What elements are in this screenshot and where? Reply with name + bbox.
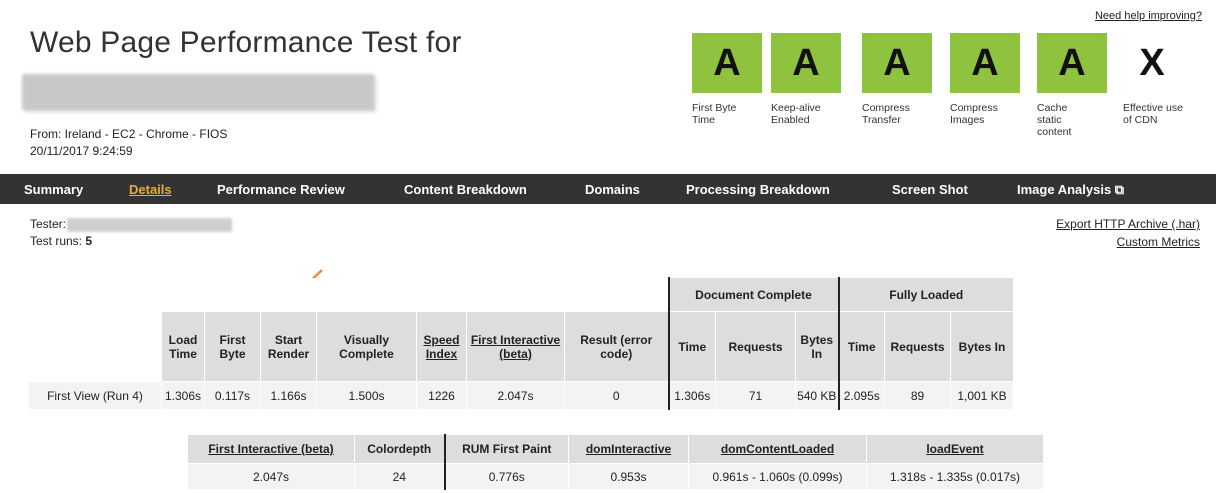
grade-compress-images[interactable]: A Compress Images — [950, 33, 1020, 126]
runs-value: 5 — [85, 234, 93, 248]
cell-visually-complete: 1.500s — [316, 381, 417, 410]
tester-label: Tester: — [30, 217, 67, 231]
grade-value: A — [950, 33, 1020, 93]
test-runs: Test runs: 5 — [30, 234, 92, 248]
blank-cell — [28, 277, 669, 312]
custom-metrics-link[interactable]: Custom Metrics — [1117, 235, 1200, 249]
blank-cell — [28, 311, 162, 382]
grade-label: Compress Images — [950, 102, 998, 126]
group-document-complete: Document Complete — [667, 277, 839, 312]
metrics-table: First Interactive (beta) Colordepth RUM … — [187, 434, 1044, 490]
grade-value: A — [692, 33, 762, 93]
col-first-interactive-beta[interactable]: First Interactive (beta) — [187, 434, 355, 464]
tab-processing-breakdown[interactable]: Processing Breakdown — [686, 182, 830, 197]
url-redacted — [22, 74, 374, 110]
table-row: First View (Run 4) 1.306s 0.117s 1.166s … — [28, 381, 1014, 410]
col-doc-time: Time — [667, 311, 716, 382]
col-doc-bytes: Bytes In — [795, 311, 839, 382]
cell-first-interactive-beta: 2.047s — [187, 463, 355, 490]
page-title: Web Page Performance Test for — [30, 26, 462, 59]
cell-load-event: 1.318s - 1.335s (0.017s) — [866, 463, 1044, 490]
grade-label: Cache static content — [1037, 102, 1072, 138]
export-har-link[interactable]: Export HTTP Archive (.har) — [1056, 217, 1200, 231]
grade-value: A — [771, 33, 841, 93]
col-first-interactive[interactable]: First Interactive (beta) — [466, 311, 565, 382]
grade-first-byte[interactable]: A First Byte Time — [692, 33, 762, 126]
tab-performance-review[interactable]: Performance Review — [217, 182, 345, 197]
tab-details[interactable]: Details — [129, 182, 172, 197]
tester-redacted — [67, 218, 232, 232]
row-label: First View (Run 4) — [28, 381, 162, 410]
tab-image-analysis[interactable]: Image Analysis ⧉ — [1017, 182, 1124, 198]
cell-first-byte: 0.117s — [204, 381, 261, 410]
col-dom-interactive[interactable]: domInteractive — [568, 434, 689, 464]
col-rum-first-paint: RUM First Paint — [443, 434, 569, 464]
cell-doc-time: 1.306s — [667, 381, 716, 410]
cell-doc-requests: 71 — [715, 381, 796, 410]
test-date: 20/11/2017 9:24:59 — [30, 144, 133, 158]
cell-rum-first-paint: 0.776s — [443, 463, 569, 490]
grade-compress-transfer[interactable]: A Compress Transfer — [862, 33, 932, 126]
col-result: Result (error code) — [564, 311, 669, 382]
grade-label: First Byte Time — [692, 102, 737, 126]
cell-dom-content-loaded: 0.961s - 1.060s (0.099s) — [688, 463, 867, 490]
col-load-time: Load Time — [161, 311, 205, 382]
tab-screen-shot[interactable]: Screen Shot — [892, 182, 968, 197]
tab-content-breakdown[interactable]: Content Breakdown — [404, 182, 527, 197]
col-full-bytes: Bytes In — [950, 311, 1014, 382]
cell-start-render: 1.166s — [260, 381, 317, 410]
grade-label: Compress Transfer — [862, 102, 910, 126]
col-full-time: Time — [837, 311, 885, 382]
runs-label: Test runs: — [30, 234, 83, 248]
run-link[interactable]: Run 4 — [107, 389, 139, 403]
cell-load-time: 1.306s — [161, 381, 205, 410]
grade-value: A — [862, 33, 932, 93]
tab-summary[interactable]: Summary — [24, 182, 83, 197]
cell-result: 0 — [564, 381, 669, 410]
col-start-render: Start Render — [260, 311, 317, 382]
col-full-requests: Requests — [884, 311, 951, 382]
tab-domains[interactable]: Domains — [585, 182, 640, 197]
help-link[interactable]: Need help improving? — [1095, 10, 1202, 22]
col-first-byte: First Byte — [204, 311, 261, 382]
col-dom-content-loaded[interactable]: domContentLoaded — [688, 434, 867, 464]
col-doc-requests: Requests — [715, 311, 796, 382]
grade-label: Effective use of CDN — [1123, 102, 1183, 126]
grade-cdn[interactable]: X Effective use of CDN — [1117, 33, 1187, 126]
cell-full-requests: 89 — [884, 381, 951, 410]
grade-value: A — [1037, 33, 1107, 93]
table-row: 2.047s 24 0.776s 0.953s 0.961s - 1.060s … — [187, 463, 1044, 490]
col-load-event[interactable]: loadEvent — [866, 434, 1044, 464]
col-visually-complete: Visually Complete — [316, 311, 417, 382]
col-speed-index[interactable]: Speed Index — [416, 311, 467, 382]
cell-full-bytes: 1,001 KB — [950, 381, 1014, 410]
cell-dom-interactive: 0.953s — [568, 463, 689, 490]
cell-colordepth: 24 — [354, 463, 445, 490]
grade-label: Keep-alive Enabled — [771, 102, 821, 126]
cell-full-time: 2.095s — [837, 381, 885, 410]
results-table: Document Complete Fully Loaded Load Time… — [28, 277, 1014, 410]
grade-cache-static[interactable]: A Cache static content — [1037, 33, 1107, 138]
nav-bar: Summary Details Performance Review Conte… — [0, 174, 1216, 204]
cell-first-interactive: 2.047s — [466, 381, 565, 410]
cell-speed-index: 1226 — [416, 381, 467, 410]
grade-keep-alive[interactable]: A Keep-alive Enabled — [771, 33, 841, 126]
grade-value: X — [1117, 33, 1187, 93]
col-colordepth: Colordepth — [354, 434, 445, 464]
test-location: From: Ireland - EC2 - Chrome - FIOS — [30, 127, 228, 141]
cell-doc-bytes: 540 KB — [795, 381, 839, 410]
group-fully-loaded: Fully Loaded — [837, 277, 1014, 312]
